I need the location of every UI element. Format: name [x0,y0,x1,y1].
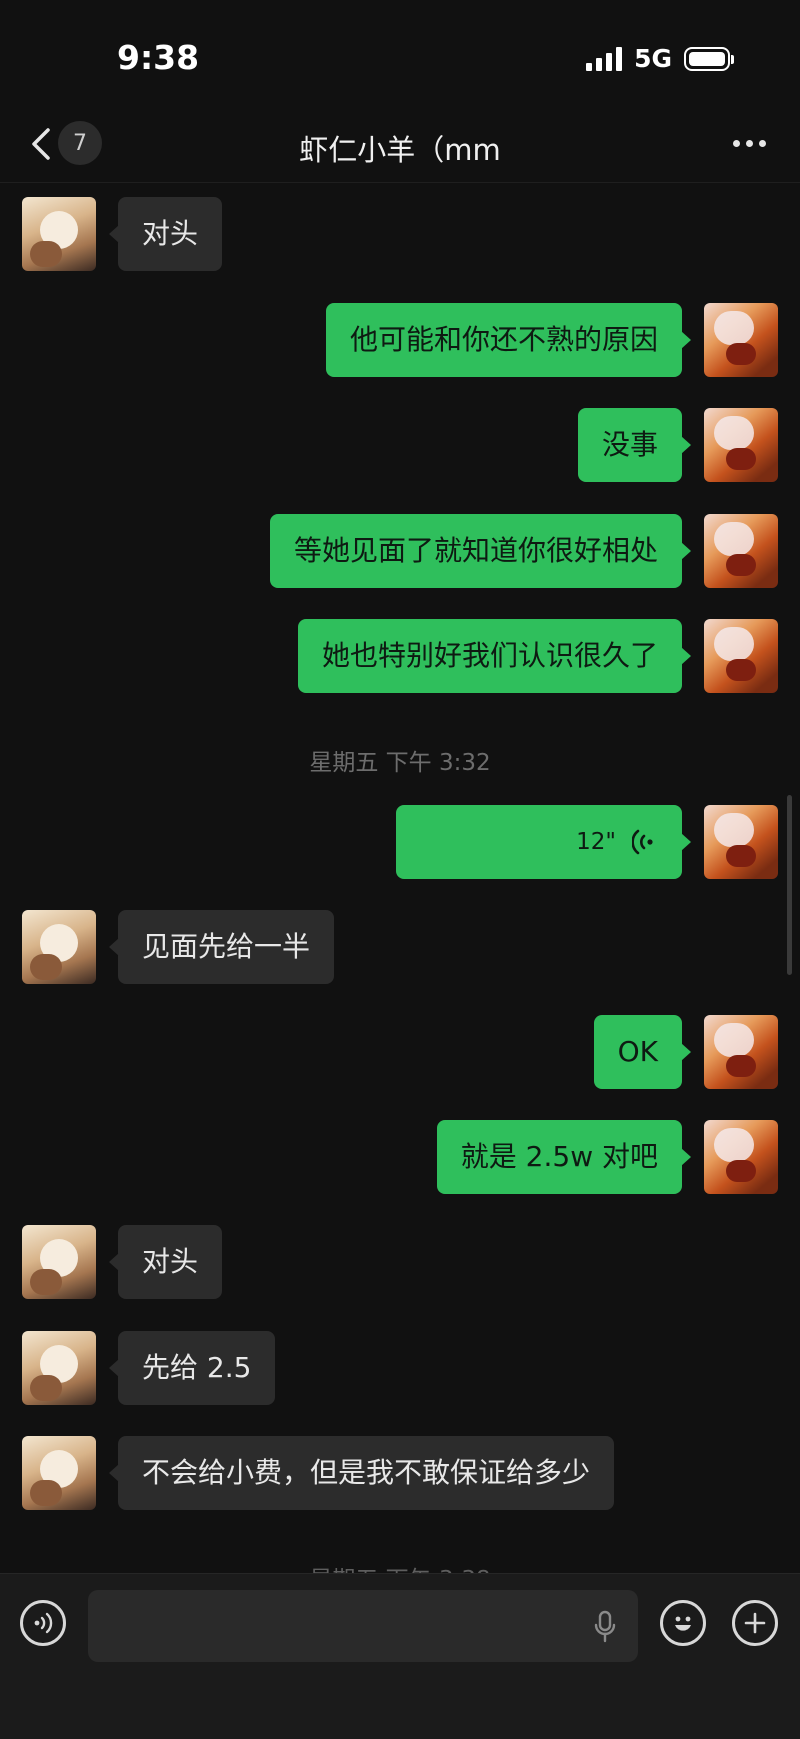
contact-avatar[interactable] [22,1436,96,1510]
more-options-icon[interactable] [733,140,766,147]
my-avatar[interactable] [704,1015,778,1089]
signal-icon [586,46,623,71]
status-bar: 9:38 5G [0,0,800,110]
time-divider: 星期五 下午 3:32 [309,750,491,776]
contact-avatar[interactable] [22,1225,96,1299]
microphone-icon[interactable] [594,1610,616,1644]
battery-icon [684,46,734,71]
contact-avatar[interactable] [22,197,96,271]
my-avatar[interactable] [704,303,778,377]
message-bubble-incoming[interactable]: 不会给小费，但是我不敢保证给多少 [108,1436,615,1510]
message-bubble-incoming[interactable]: 先给 2.5 [108,1331,276,1405]
status-indicators: 5G [586,44,734,73]
voice-message-bubble[interactable]: 12" [396,805,691,879]
my-avatar[interactable] [704,1120,778,1194]
message-bubble-incoming[interactable]: 对头 [108,1225,223,1299]
message-bubble-outgoing[interactable]: 没事 [577,408,692,482]
contact-avatar[interactable] [22,1331,96,1405]
my-avatar[interactable] [704,514,778,588]
emoji-icon[interactable] [660,1600,706,1646]
voice-wave-icon [632,829,653,855]
composer-bar [0,1573,800,1739]
message-bubble-outgoing[interactable]: 她也特别好我们认识很久了 [297,619,692,693]
my-avatar[interactable] [704,408,778,482]
status-time: 9:38 [117,38,200,77]
message-bubble-outgoing[interactable]: 他可能和你还不熟的原因 [325,303,692,377]
message-input[interactable] [88,1590,638,1662]
my-avatar[interactable] [704,805,778,879]
contact-avatar[interactable] [22,910,96,984]
my-avatar[interactable] [704,619,778,693]
message-bubble-outgoing[interactable]: 等她见面了就知道你很好相处 [269,514,692,588]
message-bubble-incoming[interactable]: 见面先给一半 [108,910,335,984]
chat-header: 7 虾仁小羊（mm [0,110,800,183]
plus-icon[interactable] [732,1600,778,1646]
chat-title: 虾仁小羊（mm [299,133,501,167]
scrollbar[interactable] [787,795,792,975]
message-bubble-outgoing[interactable]: OK [593,1015,692,1089]
voice-mode-icon[interactable] [20,1600,66,1646]
message-bubble-outgoing[interactable]: 就是 2.5w 对吧 [436,1120,692,1194]
voice-duration: 12" [576,829,616,855]
network-type: 5G [634,44,672,73]
message-bubble-incoming[interactable]: 对头 [108,197,223,271]
message-list[interactable]: 对头 他可能和你还不熟的原因 没事 等她见面了就知道你很好相处 她也特别好我们认… [0,183,800,1573]
